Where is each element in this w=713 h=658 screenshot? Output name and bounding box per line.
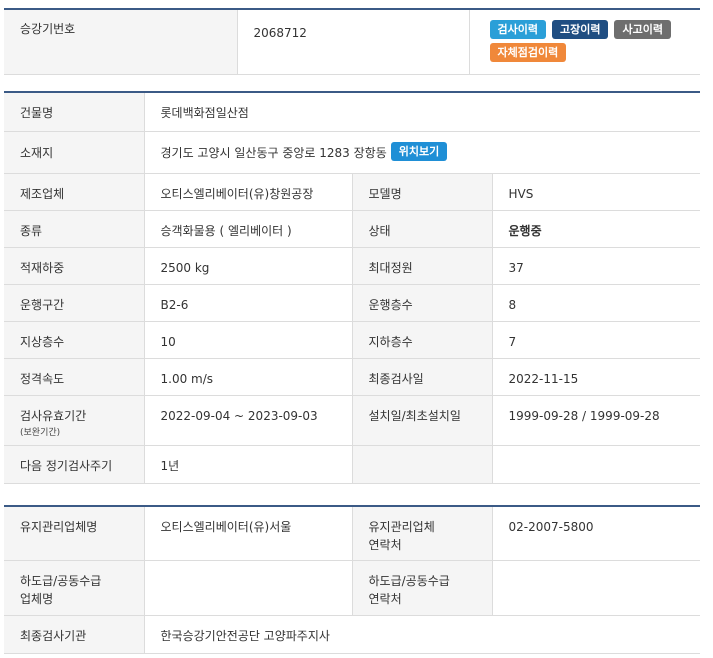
building-info-section: 건물명 롯데백화점일산점 소재지 경기도 고양시 일산동구 중앙로 1283 장… (4, 93, 701, 484)
subcontractor-value (143, 560, 352, 616)
speed-label: 정격속도 (4, 358, 144, 396)
subcontractor-contact-label-line2: 연락처 (368, 591, 402, 606)
status-label: 상태 (351, 210, 492, 248)
view-location-button[interactable]: 위치보기 (390, 141, 448, 161)
maintenance-contact-label-line1: 유지관리업체 (368, 520, 435, 534)
capacity-value: 37 (491, 247, 701, 285)
maintenance-company-value: 오티스엘리베이터(유)서울 (143, 507, 352, 561)
manufacturer-label: 제조업체 (4, 173, 144, 211)
inspection-agency-label: 최종검사기관 (4, 615, 144, 654)
inspection-history-button[interactable]: 검사이력 (489, 20, 546, 39)
maintenance-contact-label-line2: 연락처 (368, 538, 402, 552)
manufacturer-value: 오티스엘리베이터(유)창원공장 (143, 173, 352, 211)
speed-value: 1.00 m/s (143, 358, 352, 396)
above-ground-value: 10 (143, 321, 352, 359)
maintenance-contact-label: 유지관리업체 연락처 (351, 507, 492, 561)
status-value: 운행중 (491, 210, 701, 248)
inspection-cycle-value: 1년 (143, 445, 352, 484)
empty-value-cell (491, 445, 701, 484)
floors-value: 8 (491, 284, 701, 322)
section-value: B2-6 (143, 284, 352, 322)
type-value: 승객화물용 ( 엘리베이터 ) (143, 210, 352, 248)
elevator-number-label: 승강기번호 (4, 10, 237, 75)
accident-history-button[interactable]: 사고이력 (614, 20, 671, 39)
inspection-agency-value: 한국승강기안전공단 고양파주지사 (143, 615, 700, 654)
validity-sublabel: (보완기간) (20, 427, 61, 438)
validity-label-cell: 검사유효기간 (보완기간) (4, 395, 144, 446)
elevator-number-section: 승강기번호 2068712 검사이력 고장이력 사고이력자체점검이력 (4, 10, 700, 75)
validity-value: 2022-09-04 ~ 2023-09-03 (143, 395, 352, 446)
above-ground-label: 지상층수 (4, 321, 144, 359)
maintenance-company-label: 유지관리업체명 (4, 507, 144, 561)
failure-history-button[interactable]: 고장이력 (551, 20, 609, 39)
address-value: 경기도 고양시 일산동구 중앙로 1283 장항동 (160, 145, 387, 160)
below-ground-label: 지하층수 (351, 321, 492, 359)
history-buttons: 검사이력 고장이력 사고이력자체점검이력 (468, 10, 700, 75)
capacity-label: 최대정원 (351, 247, 492, 285)
subcontractor-label: 하도급/공동수급 업체명 (4, 560, 144, 616)
subcontractor-label-line2: 업체명 (20, 591, 54, 606)
maintenance-contact-value: 02-2007-5800 (491, 507, 700, 561)
last-inspection-value: 2022-11-15 (491, 358, 701, 396)
type-label: 종류 (4, 210, 144, 248)
section-label: 운행구간 (4, 284, 144, 322)
address-cell: 경기도 고양시 일산동구 중앙로 1283 장항동 위치보기 (143, 131, 701, 174)
install-label: 설치일/최초설치일 (351, 395, 492, 446)
subcontractor-label-line1: 하도급/공동수급 (20, 573, 102, 588)
subcontractor-contact-label-line1: 하도급/공동수급 (368, 573, 450, 588)
inspection-cycle-label: 다음 정기검사주기 (4, 445, 144, 484)
last-inspection-label: 최종검사일 (351, 358, 492, 396)
self-inspection-history-button[interactable]: 자체점검이력 (489, 43, 567, 62)
empty-label-cell (351, 445, 492, 484)
subcontractor-contact-label: 하도급/공동수급 연락처 (351, 560, 492, 616)
floors-label: 운행층수 (351, 284, 492, 322)
maintenance-section: 유지관리업체명 오티스엘리베이터(유)서울 유지관리업체 연락처 02-2007… (4, 507, 700, 654)
validity-label: 검사유효기간 (20, 408, 87, 423)
subcontractor-contact-value (491, 560, 700, 616)
address-label: 소재지 (4, 131, 144, 174)
building-name-label: 건물명 (4, 93, 144, 132)
building-name-value: 롯데백화점일산점 (143, 93, 701, 132)
install-value: 1999-09-28 / 1999-09-28 (491, 395, 701, 446)
model-value: HVS (491, 173, 701, 211)
load-label: 적재하중 (4, 247, 144, 285)
below-ground-value: 7 (491, 321, 701, 359)
elevator-number-value: 2068712 (236, 10, 469, 75)
model-label: 모델명 (351, 173, 492, 211)
load-value: 2500 kg (143, 247, 352, 285)
